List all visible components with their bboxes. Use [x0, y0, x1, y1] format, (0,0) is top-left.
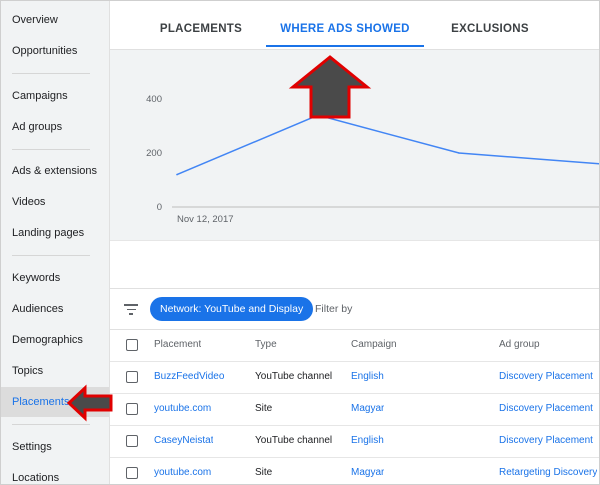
series-point [458, 152, 460, 154]
filter-icon[interactable] [124, 303, 138, 315]
ad-group-link[interactable]: Discovery Placement [499, 361, 593, 393]
row-checkbox[interactable] [126, 403, 138, 415]
tab-bar: PLACEMENTS WHERE ADS SHOWED EXCLUSIONS [110, 1, 599, 50]
tab-exclusions[interactable]: EXCLUSIONS [440, 1, 540, 49]
column-header-ad-group[interactable]: Ad group [499, 329, 540, 361]
sidebar-divider [12, 424, 90, 425]
sidebar-divider [12, 73, 90, 74]
sidebar-item-keywords[interactable]: Keywords [1, 264, 109, 292]
table-header-row: Placement Type Campaign Ad group [110, 329, 599, 362]
placement-link[interactable]: BuzzFeedVideo [154, 361, 224, 393]
y-tick-label: 0 [157, 202, 162, 213]
table-row: youtube.com Site Magyar Retargeting Disc… [110, 457, 599, 484]
sidebar-item-locations[interactable]: Locations [1, 464, 109, 484]
row-checkbox[interactable] [126, 435, 138, 447]
campaign-link[interactable]: Magyar [351, 393, 384, 425]
table-row: CaseyNeistat YouTube channel English Dis… [110, 425, 599, 458]
ad-group-link[interactable]: Retargeting Discovery [499, 457, 597, 484]
placement-link[interactable]: youtube.com [154, 457, 211, 484]
chart-spacer [110, 240, 599, 289]
ad-group-link[interactable]: Discovery Placement [499, 393, 593, 425]
sidebar-divider [12, 149, 90, 150]
sidebar-item-opportunities[interactable]: Opportunities [1, 37, 109, 65]
tab-placements[interactable]: PLACEMENTS [146, 1, 256, 49]
sidebar-item-overview[interactable]: Overview [1, 6, 109, 34]
active-tab-indicator [266, 45, 424, 47]
row-checkbox[interactable] [126, 371, 138, 383]
y-tick-label: 400 [146, 94, 162, 105]
series-line [176, 114, 599, 176]
series-points [176, 114, 460, 176]
left-arrow-icon [66, 384, 113, 422]
type-cell: Site [255, 467, 273, 478]
sidebar-item-audiences[interactable]: Audiences [1, 295, 109, 323]
sidebar-divider [12, 255, 90, 256]
campaign-link[interactable]: Magyar [351, 457, 384, 484]
sidebar-item-ads-extensions[interactable]: Ads & extensions [1, 157, 109, 185]
campaign-link[interactable]: English [351, 361, 384, 393]
series-point [176, 173, 178, 176]
sidebar-item-demographics[interactable]: Demographics [1, 326, 109, 354]
sidebar-item-settings[interactable]: Settings [1, 433, 109, 461]
ad-group-link[interactable]: Discovery Placement [499, 425, 593, 457]
up-arrow-icon [288, 55, 372, 119]
select-all-checkbox[interactable] [126, 339, 138, 351]
y-tick-labels: 400 200 0 [146, 94, 162, 213]
column-header-placement[interactable]: Placement [154, 329, 201, 361]
filter-bar: Network: YouTube and Display Filter by [110, 288, 599, 330]
tab-where-ads-showed[interactable]: WHERE ADS SHOWED [266, 1, 424, 49]
sidebar-item-campaigns[interactable]: Campaigns [1, 82, 109, 110]
x-tick-label: Nov 12, 2017 [177, 214, 234, 225]
type-cell: YouTube channel [255, 435, 333, 446]
up-arrow-annotation [288, 55, 372, 119]
placement-link[interactable]: youtube.com [154, 393, 211, 425]
type-cell: YouTube channel [255, 371, 333, 382]
sidebar-item-videos[interactable]: Videos [1, 188, 109, 216]
filter-by-input[interactable]: Filter by [315, 289, 352, 329]
y-tick-label: 200 [146, 148, 162, 159]
app-frame: Overview Opportunities Campaigns Ad grou… [0, 0, 600, 485]
network-filter-chip[interactable]: Network: YouTube and Display [150, 297, 314, 321]
campaign-link[interactable]: English [351, 425, 384, 457]
sidebar-item-landing-pages[interactable]: Landing pages [1, 219, 109, 247]
sidebar-item-topics[interactable]: Topics [1, 357, 109, 385]
placement-link[interactable]: CaseyNeistat [154, 425, 213, 457]
type-cell: Site [255, 403, 273, 414]
table-row: BuzzFeedVideo YouTube channel English Di… [110, 361, 599, 394]
table-row: youtube.com Site Magyar Discovery Placem… [110, 393, 599, 426]
sidebar-item-ad-groups[interactable]: Ad groups [1, 113, 109, 141]
column-header-campaign[interactable]: Campaign [351, 329, 397, 361]
row-checkbox[interactable] [126, 467, 138, 479]
column-header-type[interactable]: Type [255, 329, 277, 361]
left-arrow-annotation [66, 384, 113, 422]
